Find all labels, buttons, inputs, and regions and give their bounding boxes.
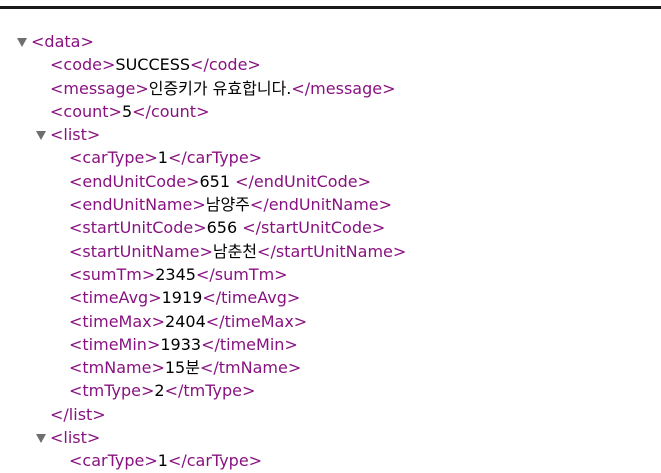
xml-text: SUCCESS	[115, 55, 191, 75]
xml-tag: <timeMin>	[69, 334, 161, 354]
xml-text: 1	[157, 451, 168, 471]
xml-node-list-item: <timeMin>1933</timeMin>	[0, 333, 661, 356]
xml-tag: </startUnitName>	[257, 241, 407, 261]
xml-node-list-item: <tmType>2</tmType>	[0, 379, 661, 402]
xml-tag: </timeAvg>	[202, 288, 301, 308]
xml-tag: <endUnitCode>	[69, 171, 200, 191]
xml-node-list2-open: <list>	[0, 426, 661, 449]
xml-tag: </endUnitCode>	[235, 171, 371, 191]
xml-node-list-close: </list>	[0, 403, 661, 426]
xml-tag: <list>	[50, 428, 101, 448]
xml-tag: <message>	[50, 78, 149, 98]
xml-node-data-open: <data>	[0, 30, 661, 53]
triangle-down-icon[interactable]	[35, 432, 47, 444]
xml-node-list-item: <startUnitName>남춘천</startUnitName>	[0, 240, 661, 263]
xml-node-list-item: <timeMax>2404</timeMax>	[0, 310, 661, 333]
xml-node-list-item: <endUnitName>남양주</endUnitName>	[0, 193, 661, 216]
xml-tag: </tmType>	[164, 381, 256, 401]
xml-node-list-item: <endUnitCode>651 </endUnitCode>	[0, 170, 661, 193]
xml-node-message: <message>인증키가 유효합니다.</message>	[0, 77, 661, 100]
xml-tag: </timeMax>	[205, 311, 308, 331]
triangle-down-icon[interactable]	[35, 129, 47, 141]
xml-tag: <tmType>	[69, 381, 155, 401]
xml-text: 남춘천	[212, 241, 258, 261]
xml-tag: <carType>	[69, 148, 158, 168]
xml-tag: <timeAvg>	[69, 288, 162, 308]
xml-tag: <timeMax>	[69, 311, 166, 331]
xml-text: 656	[206, 218, 243, 238]
xml-tag: <carType>	[69, 451, 158, 471]
top-border	[0, 0, 661, 9]
xml-tag: </carType>	[167, 451, 263, 471]
xml-tag: </code>	[190, 55, 261, 75]
xml-node-list-item: <carType>1</carType>	[0, 146, 661, 169]
xml-tag: <count>	[50, 101, 122, 121]
xml-text: 5	[121, 101, 133, 121]
xml-text: 651	[199, 171, 236, 191]
xml-tag: </endUnitName>	[249, 195, 393, 215]
xml-tag: </list>	[50, 404, 106, 424]
xml-text: 1933	[160, 334, 202, 354]
xml-tag: </tmName>	[199, 358, 302, 378]
xml-tag: </timeMin>	[201, 334, 298, 354]
xml-text: 인증키가 유효합니다.	[148, 78, 292, 98]
xml-text: 1	[157, 148, 168, 168]
xml-text: 2345	[155, 264, 196, 284]
xml-node-list-item: <sumTm>2345</sumTm>	[0, 263, 661, 286]
xml-tag: <data>	[31, 32, 94, 51]
xml-node-code: <code>SUCCESS</code>	[0, 53, 661, 76]
xml-node-count: <count>5</count>	[0, 100, 661, 123]
xml-tag: <tmName>	[69, 358, 165, 378]
xml-text: 1919	[161, 288, 203, 308]
xml-tag: <sumTm>	[69, 264, 156, 284]
xml-tag: </sumTm>	[195, 264, 288, 284]
xml-tag: </count>	[132, 101, 210, 121]
xml-tag: <list>	[50, 125, 101, 145]
xml-node-list-item: <timeAvg>1919</timeAvg>	[0, 286, 661, 309]
xml-tag: </startUnitCode>	[242, 218, 386, 238]
xml-tree-view: <data> <code>SUCCESS</code> <message>인증키…	[0, 30, 661, 473]
xml-text: 2404	[165, 311, 206, 331]
xml-tag: <startUnitCode>	[69, 218, 207, 238]
xml-text: 2	[154, 381, 165, 401]
xml-node-list-open: <list>	[0, 123, 661, 146]
xml-tag: <endUnitName>	[69, 195, 206, 215]
xml-node-list-item: <tmName>15분</tmName>	[0, 356, 661, 379]
xml-node-list-item: <startUnitCode>656 </startUnitCode>	[0, 216, 661, 239]
triangle-down-icon[interactable]	[16, 36, 28, 48]
xml-node-list-item-partial: <carType>1</carType>	[0, 449, 661, 472]
xml-tag: <startUnitName>	[69, 241, 213, 261]
xml-tag: <code>	[50, 55, 116, 75]
xml-text: 15분	[164, 358, 200, 378]
xml-tag: </message>	[291, 78, 396, 98]
xml-tag: </carType>	[167, 148, 263, 168]
xml-text: 남양주	[205, 195, 250, 215]
